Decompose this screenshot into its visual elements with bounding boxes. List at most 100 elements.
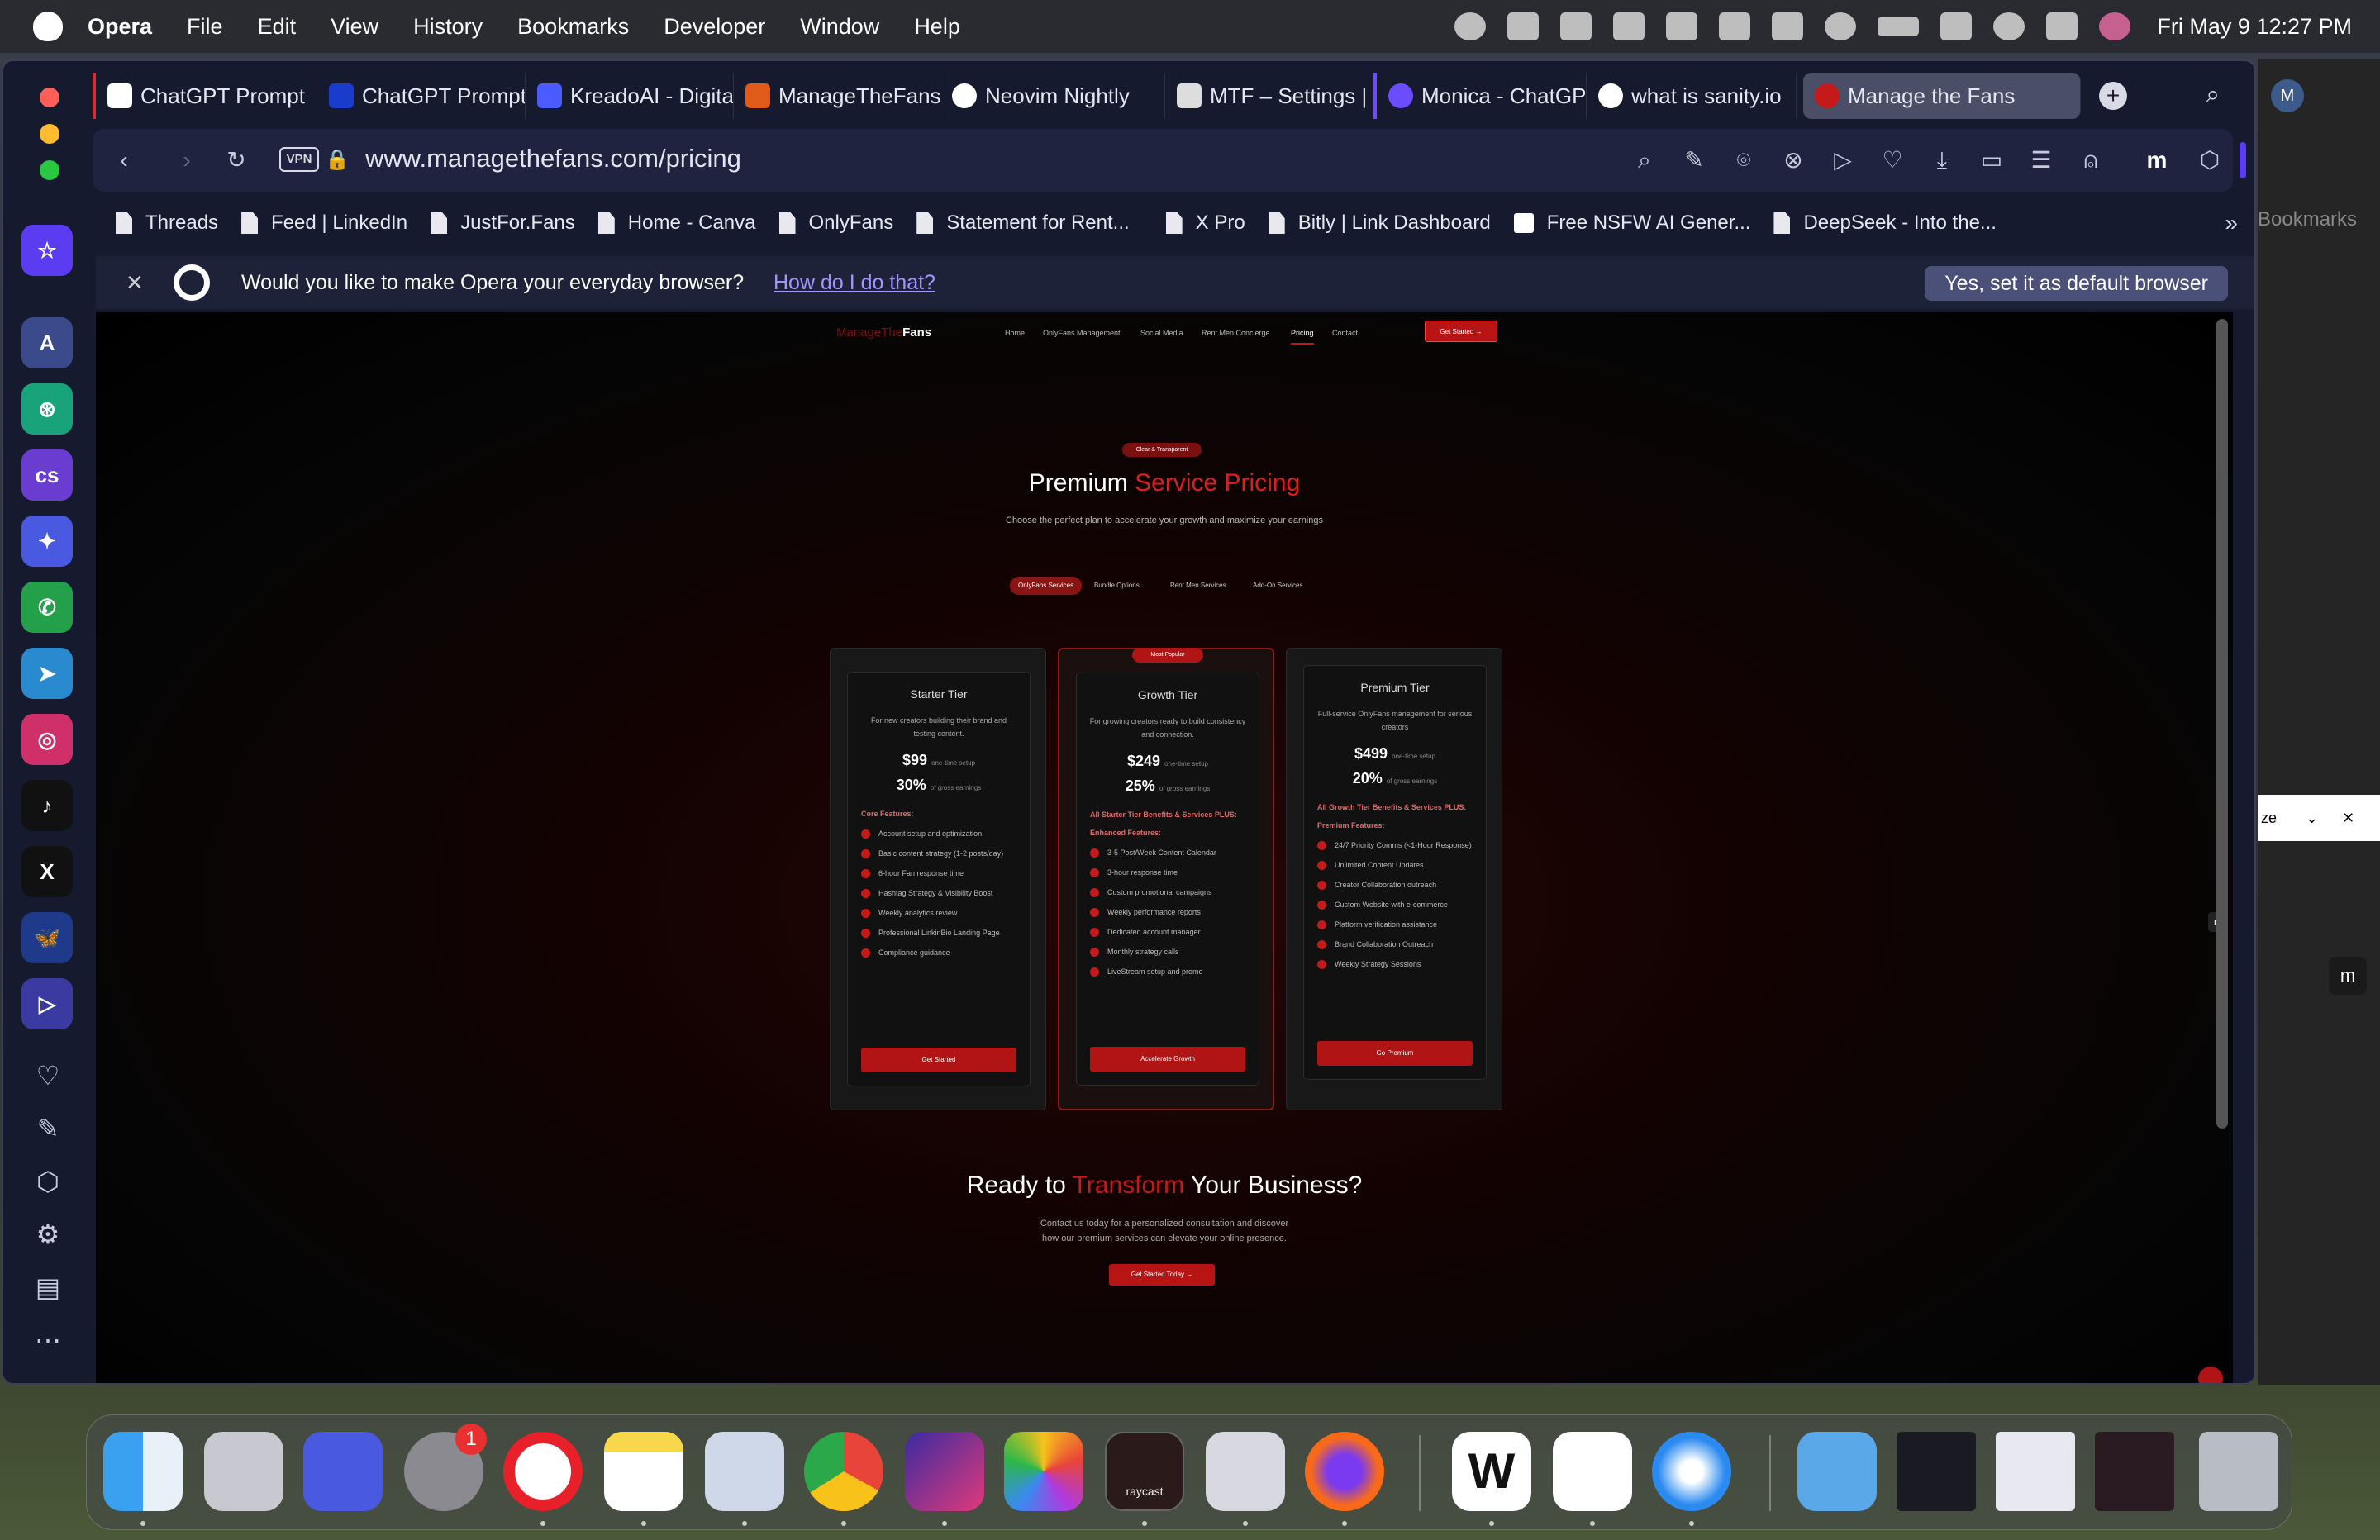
new-tab-button[interactable]: + bbox=[2099, 82, 2127, 110]
adblock-icon[interactable]: ⊗ bbox=[1780, 147, 1806, 173]
tab-monica[interactable]: Monica - ChatGP bbox=[1373, 73, 1587, 119]
shortcuts-icon[interactable] bbox=[905, 1432, 984, 1511]
profile-icon[interactable]: ⍝ bbox=[2078, 147, 2104, 173]
apple-icon[interactable] bbox=[33, 12, 63, 41]
tab-neovim[interactable]: Neovim Nightly bbox=[940, 73, 1165, 119]
status-app-icon[interactable] bbox=[1507, 12, 1540, 40]
downloads-folder-icon[interactable] bbox=[1797, 1432, 1877, 1511]
menu-window[interactable]: Window bbox=[800, 14, 879, 40]
chrome-icon[interactable] bbox=[804, 1432, 883, 1511]
heart-icon[interactable]: ♡ bbox=[33, 1061, 63, 1091]
nav-pricing[interactable]: Pricing bbox=[1291, 329, 1314, 345]
tab-mtf-settings[interactable]: MTF – Settings | bbox=[1165, 73, 1373, 119]
how-to-link[interactable]: How do I do that? bbox=[774, 271, 935, 295]
volume-icon[interactable] bbox=[1772, 12, 1804, 40]
notes-icon[interactable] bbox=[604, 1432, 683, 1511]
telegram-icon[interactable]: ➤ bbox=[21, 648, 73, 699]
reload-icon[interactable]: ↻ bbox=[223, 147, 250, 173]
player-icon[interactable]: ▷ bbox=[21, 978, 73, 1029]
nav-contact[interactable]: Contact bbox=[1332, 329, 1358, 337]
nav-rentmen-concierge[interactable]: Rent.Men Concierge bbox=[1202, 329, 1270, 337]
accelerate-growth-button[interactable]: Accelerate Growth bbox=[1090, 1047, 1245, 1072]
window-thumbnail-3[interactable] bbox=[2095, 1432, 2174, 1511]
close-icon[interactable]: ✕ bbox=[2342, 810, 2354, 826]
page-scrollbar[interactable] bbox=[2216, 319, 2228, 1129]
tab-kreadoai[interactable]: KreadoAI - Digita bbox=[526, 73, 734, 119]
cloud-icon[interactable] bbox=[1454, 12, 1487, 40]
camera-icon[interactable]: ⌾ bbox=[1730, 147, 1757, 173]
avatar[interactable]: M bbox=[2271, 79, 2304, 112]
window-thumbnail-2[interactable] bbox=[1996, 1432, 2075, 1511]
document-icon[interactable]: ▤ bbox=[33, 1272, 63, 1302]
safari-icon[interactable] bbox=[1652, 1432, 1731, 1511]
menu-app-name[interactable]: Opera bbox=[88, 14, 152, 40]
nav-home[interactable]: Home bbox=[1005, 329, 1025, 337]
bluesky-icon[interactable]: 🦋 bbox=[21, 912, 73, 963]
cube-icon[interactable]: ⬡ bbox=[33, 1167, 63, 1196]
go-premium-button[interactable]: Go Premium bbox=[1317, 1041, 1473, 1066]
airdrop-icon[interactable] bbox=[1825, 12, 1857, 40]
control-center-icon[interactable] bbox=[2046, 12, 2078, 40]
monica-icon[interactable]: m bbox=[2329, 957, 2367, 995]
instagram-icon[interactable]: ◎ bbox=[21, 714, 73, 765]
settings-icon[interactable]: ⚙ bbox=[33, 1219, 63, 1249]
messenger-icon[interactable]: ✦ bbox=[21, 516, 73, 567]
clock[interactable]: Fri May 9 12:27 PM bbox=[2157, 14, 2352, 40]
tab-chatgpt-prompt-1[interactable]: ChatGPT Prompt bbox=[93, 73, 317, 119]
starter-get-started-button[interactable]: Get Started bbox=[861, 1048, 1016, 1072]
tab-chatgpt-prompt-2[interactable]: ChatGPT Prompt bbox=[317, 73, 526, 119]
chatgpt-icon[interactable]: ⊛ bbox=[21, 383, 73, 435]
monica-extension-icon[interactable]: m bbox=[2144, 147, 2170, 173]
grid-icon[interactable] bbox=[1666, 12, 1698, 40]
nav-social-media[interactable]: Social Media bbox=[1140, 329, 1183, 337]
menu-view[interactable]: View bbox=[331, 14, 378, 40]
send-icon[interactable]: ▷ bbox=[1830, 147, 1856, 173]
preview-icon[interactable] bbox=[705, 1432, 784, 1511]
finder-icon[interactable] bbox=[103, 1432, 183, 1511]
header-get-started-button[interactable]: Get Started → bbox=[1425, 321, 1497, 342]
launchpad-icon[interactable] bbox=[204, 1432, 283, 1511]
siri-icon[interactable] bbox=[2099, 12, 2131, 40]
menu-bookmarks[interactable]: Bookmarks bbox=[517, 14, 629, 40]
window-thumbnail-1[interactable] bbox=[1897, 1432, 1976, 1511]
menu-file[interactable]: File bbox=[187, 14, 223, 40]
more-bookmarks-icon[interactable]: » bbox=[2225, 210, 2238, 236]
cs-icon[interactable]: cs bbox=[21, 449, 73, 501]
drive-icon[interactable] bbox=[1613, 12, 1645, 40]
bookmark-onlyfans[interactable]: OnlyFans bbox=[778, 212, 893, 235]
person-icon[interactable] bbox=[1719, 12, 1751, 40]
menu-edit[interactable]: Edit bbox=[258, 14, 297, 40]
get-started-today-button[interactable]: Get Started Today → bbox=[1109, 1264, 1215, 1286]
more-icon[interactable]: ⋯ bbox=[33, 1325, 63, 1355]
bookmark-xpro[interactable]: X Pro bbox=[1165, 212, 1245, 235]
bookmark-canva[interactable]: Home - Canva bbox=[597, 212, 756, 235]
address-bar[interactable]: www.managethefans.com/pricing bbox=[365, 144, 741, 173]
tab-managethefans[interactable]: ManageTheFans bbox=[734, 73, 940, 119]
bookmark-bitly[interactable]: Bitly | Link Dashboard bbox=[1268, 212, 1491, 235]
vpn-badge[interactable]: VPN bbox=[279, 147, 319, 172]
menu-help[interactable]: Help bbox=[914, 14, 960, 40]
firefox-icon[interactable] bbox=[1305, 1432, 1384, 1511]
easy-setup-icon[interactable]: ☰ bbox=[2028, 147, 2054, 173]
bookmark-threads[interactable]: Threads bbox=[116, 212, 218, 235]
extensions-cube-icon[interactable]: ⬡ bbox=[2197, 147, 2223, 173]
chevron-down-icon[interactable]: ⌄ bbox=[2306, 810, 2318, 826]
edit-icon[interactable]: ✎ bbox=[1681, 147, 1707, 173]
bookmark-linkedin[interactable]: Feed | LinkedIn bbox=[241, 212, 407, 235]
photos-icon[interactable] bbox=[1004, 1432, 1083, 1511]
bookmark-nsfw-ai[interactable]: Free NSFW AI Gener... bbox=[1513, 212, 1750, 235]
tab-manage-the-fans-active[interactable]: Manage the Fans bbox=[1803, 73, 2081, 119]
nav-onlyfans-management[interactable]: OnlyFans Management bbox=[1043, 329, 1121, 337]
menu-history[interactable]: History bbox=[413, 14, 483, 40]
close-window-button[interactable] bbox=[40, 88, 60, 107]
onedrive-icon[interactable] bbox=[1553, 1432, 1632, 1511]
search-page-icon[interactable]: ⌕ bbox=[1631, 147, 1658, 173]
raycast-icon[interactable]: raycast bbox=[1105, 1432, 1184, 1511]
maximize-window-button[interactable] bbox=[40, 160, 60, 180]
tab-sanity[interactable]: what is sanity.io bbox=[1587, 73, 1797, 119]
writer-app-icon[interactable]: W bbox=[1452, 1432, 1531, 1511]
back-icon[interactable]: ‹ bbox=[111, 147, 137, 173]
lock-icon[interactable]: 🔒 bbox=[324, 147, 350, 173]
wifi-icon[interactable] bbox=[1940, 12, 1973, 40]
layers-app-icon[interactable] bbox=[303, 1432, 383, 1511]
